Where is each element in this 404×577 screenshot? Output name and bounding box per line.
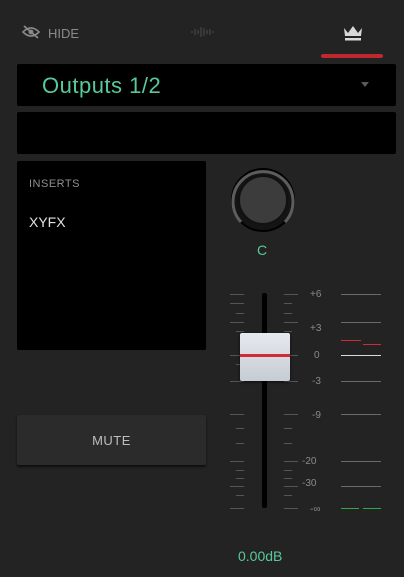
- scale-label-0: 0: [314, 350, 320, 361]
- scale-tick: [236, 478, 244, 479]
- scale-tick: [236, 428, 244, 429]
- inserts-title: INSERTS: [29, 178, 80, 190]
- meter-zero-line: [341, 355, 381, 356]
- pan-knob[interactable]: [229, 166, 297, 234]
- scale-tick: [284, 428, 292, 429]
- scale-tick: [284, 381, 298, 382]
- scale-tick: [284, 470, 292, 471]
- scale-label-minus30: -30: [302, 478, 317, 489]
- scale-tick: [230, 381, 244, 382]
- scale-tick: [236, 443, 244, 444]
- scale-tick: [230, 294, 244, 295]
- scale-tick: [230, 414, 244, 415]
- scale-tick: [284, 495, 292, 496]
- fader-handle[interactable]: [240, 333, 290, 381]
- channel-name-field[interactable]: [17, 112, 396, 154]
- mute-button[interactable]: MUTE: [17, 415, 206, 465]
- mute-label: MUTE: [92, 432, 131, 448]
- scale-tick: [284, 414, 298, 415]
- output-select[interactable]: Outputs 1/2: [17, 64, 396, 106]
- scale-tick: [284, 508, 298, 509]
- scale-tick: [284, 294, 298, 295]
- scale-tick: [284, 331, 292, 332]
- scale-tick: [230, 322, 244, 323]
- scale-tick: [230, 508, 244, 509]
- scale-label-plus3: +3: [310, 323, 322, 334]
- scale-tick: [284, 461, 298, 462]
- eye-slash-icon: [21, 24, 41, 42]
- scale-tick: [230, 461, 244, 462]
- scale-tick: [230, 486, 244, 487]
- meter-level-left: [341, 508, 359, 509]
- scale-tick: [284, 322, 298, 323]
- gain-value: 0.00dB: [238, 548, 283, 564]
- meter-level-right: [363, 508, 381, 509]
- scale-label-minus3: -3: [312, 376, 321, 387]
- insert-slot-1[interactable]: XYFX: [29, 214, 66, 230]
- scale-tick: [236, 331, 244, 332]
- scale-tick: [236, 495, 244, 496]
- scale-tick: [236, 313, 244, 314]
- active-tab-indicator: [321, 54, 383, 58]
- scale-tick: [230, 303, 244, 304]
- pan-value: C: [257, 242, 268, 258]
- output-value: Outputs 1/2: [42, 73, 162, 98]
- meter-line: [341, 322, 381, 323]
- fader-handle-marker: [240, 354, 290, 357]
- meter-line: [341, 486, 381, 487]
- waveform-icon[interactable]: [190, 25, 214, 43]
- scale-label-minus20: -20: [302, 456, 317, 467]
- meter-line: [341, 414, 381, 415]
- meter-peak-right: [363, 344, 381, 345]
- hide-button[interactable]: HIDE: [21, 22, 80, 44]
- fader-track[interactable]: [262, 293, 267, 508]
- scale-tick: [284, 313, 292, 314]
- hide-label: HIDE: [48, 25, 80, 41]
- scale-tick: [284, 486, 298, 487]
- meter-line: [341, 381, 381, 382]
- chevron-down-icon: [361, 82, 369, 87]
- meter-peak-left: [341, 340, 361, 341]
- crown-icon: [344, 26, 362, 41]
- inserts-panel[interactable]: INSERTS XYFX: [17, 161, 206, 350]
- scale-tick: [284, 478, 292, 479]
- scale-label-minus-inf: -∞: [310, 504, 321, 515]
- scale-tick: [236, 470, 244, 471]
- scale-tick: [284, 443, 292, 444]
- meter-line: [341, 294, 381, 295]
- scale-label-minus9: -9: [312, 410, 321, 421]
- meter-line: [341, 461, 381, 462]
- scale-tick: [284, 303, 292, 304]
- scale-label-plus6: +6: [310, 289, 322, 300]
- top-bar: HIDE: [0, 0, 404, 58]
- mixer-tab[interactable]: [321, 18, 383, 58]
